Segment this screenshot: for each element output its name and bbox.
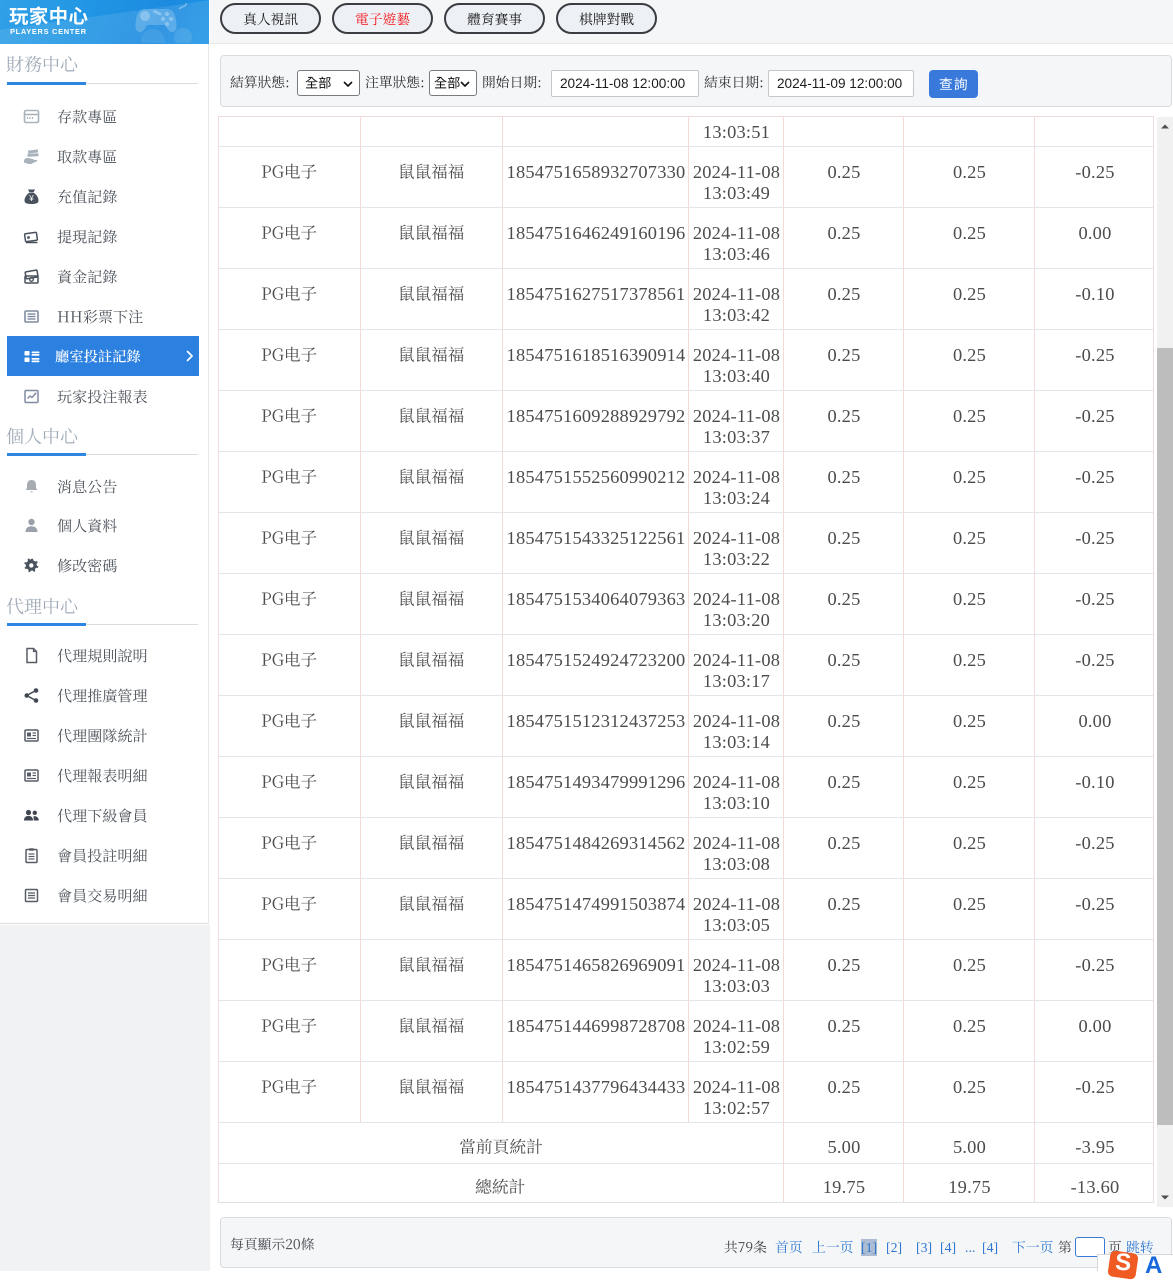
svg-text:¥: ¥ (28, 194, 34, 203)
